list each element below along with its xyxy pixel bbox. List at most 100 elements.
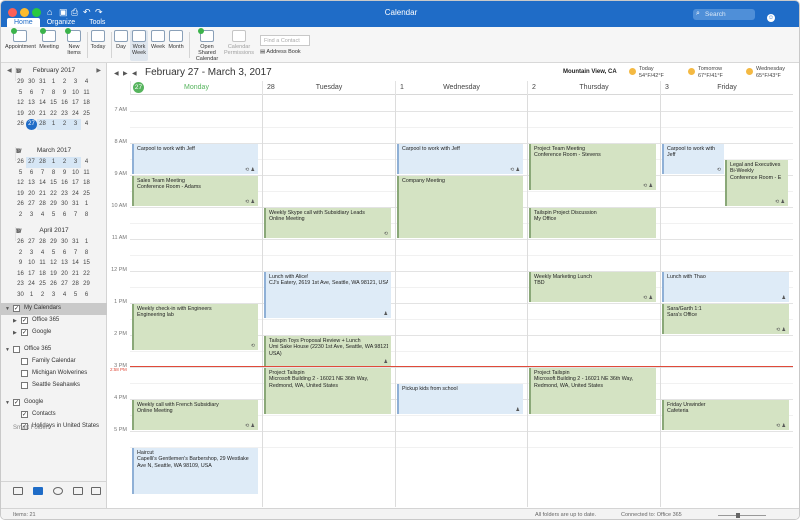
mini-calendar-day[interactable]: 2 — [15, 210, 26, 221]
mini-calendar-day[interactable]: 2 — [59, 119, 70, 130]
mini-calendar-day[interactable]: 26 — [15, 199, 26, 210]
mini-calendar-day[interactable]: 15 — [48, 178, 59, 189]
event[interactable]: Weekly check-in with Engineers Engineerin… — [132, 304, 258, 350]
previous-week-icon[interactable]: ◀ — [114, 70, 119, 77]
expanded-triangle-icon[interactable]: ▼ — [5, 347, 10, 353]
mini-calendar-day[interactable]: 17 — [70, 98, 81, 109]
mini-calendar-day[interactable]: 5 — [15, 168, 26, 179]
day-header[interactable]: 2 Thursday — [527, 81, 660, 95]
calendar-list-item[interactable]: ▼ ✓ My Calendars — [1, 303, 107, 315]
mini-calendar-day[interactable]: 25 — [81, 189, 92, 200]
new-meeting-button[interactable]: Meeting — [37, 28, 61, 61]
mini-calendar-day[interactable]: 16 — [59, 98, 70, 109]
mini-calendar-day[interactable]: 9 — [15, 258, 26, 269]
mini-calendar-day[interactable]: 6 — [81, 290, 92, 301]
save-icon[interactable]: ▣ — [59, 7, 68, 18]
mini-calendar-day[interactable]: 27 — [26, 157, 37, 168]
week-view-button[interactable]: Week — [150, 30, 166, 61]
mini-calendar-day[interactable]: 13 — [26, 178, 37, 189]
mini-calendar-day[interactable]: 8 — [81, 248, 92, 259]
mini-calendar-day[interactable]: 2 — [15, 248, 26, 259]
mini-calendar-day[interactable]: 24 — [70, 189, 81, 200]
mini-calendar-day[interactable]: 22 — [81, 269, 92, 280]
calendar-icon[interactable] — [33, 487, 43, 495]
mini-calendar-day[interactable]: 30 — [26, 77, 37, 88]
mini-calendar-day[interactable]: 26 — [15, 119, 26, 130]
mini-calendar-day[interactable]: 28 — [37, 119, 48, 130]
mini-calendar-day[interactable]: 27 — [26, 237, 37, 248]
event[interactable]: Sales Team Meeting Conference Room - Adam… — [132, 176, 258, 206]
mini-calendar-day[interactable]: 1 — [81, 237, 92, 248]
mini-calendar-day[interactable]: 5 — [70, 290, 81, 301]
mini-calendar-day[interactable]: 7 — [37, 168, 48, 179]
mail-icon[interactable] — [13, 487, 23, 495]
people-icon[interactable] — [53, 487, 63, 495]
mini-calendar-day[interactable]: 9 — [59, 168, 70, 179]
calendar-list-item[interactable]: ▶ ✓ Office 365 — [1, 315, 107, 327]
mini-calendar-day[interactable]: 27 — [59, 279, 70, 290]
mini-calendar-day[interactable]: 4 — [37, 210, 48, 221]
mini-calendar-day[interactable]: 25 — [81, 109, 92, 120]
mini-calendar-day[interactable]: 10 — [26, 258, 37, 269]
new-appointment-button[interactable]: Appointment — [5, 28, 36, 61]
collapsed-triangle-icon[interactable]: ▶ — [13, 318, 17, 324]
calendar-permissions-button[interactable]: Calendar Permissions — [223, 30, 255, 61]
mini-calendar-day[interactable]: 14 — [70, 258, 81, 269]
mini-calendar-day[interactable]: 31 — [37, 77, 48, 88]
event[interactable]: Company Meeting — [397, 176, 523, 238]
event[interactable]: Weekly Marketing Lunch TBD ⟲ ♟ — [529, 272, 656, 302]
mini-calendar-day[interactable]: 31 — [70, 237, 81, 248]
event[interactable]: Project Team Meeting Conference Room - St… — [529, 144, 656, 190]
event[interactable]: Carpool to work with Jeff ⟲ — [662, 144, 724, 174]
weather-location[interactable]: Mountain View, CA — [563, 69, 617, 75]
mini-calendar-day[interactable]: 26 — [48, 279, 59, 290]
expanded-triangle-icon[interactable]: ▼ — [5, 306, 10, 312]
month-view-button[interactable]: Month — [167, 30, 185, 61]
mini-calendar-day[interactable]: 12 — [15, 178, 26, 189]
mini-calendar-day[interactable]: 21 — [37, 109, 48, 120]
calendar-checkbox[interactable] — [21, 382, 28, 389]
mini-calendar-day[interactable]: 11 — [37, 258, 48, 269]
mini-calendar-day[interactable]: 19 — [15, 189, 26, 200]
mini-calendar-day[interactable]: 27 — [26, 119, 37, 130]
open-shared-calendar-button[interactable]: Open Shared Calendar — [192, 28, 222, 62]
event[interactable]: Project Tailspin Microsoft Building 2 - 1… — [264, 368, 391, 414]
mini-calendar-day[interactable]: 2 — [59, 77, 70, 88]
mini-calendar-day[interactable]: 3 — [70, 119, 81, 130]
calendar-checkbox[interactable]: ✓ — [21, 329, 28, 336]
mini-next-month-icon[interactable]: ▶ — [96, 67, 101, 74]
mini-calendar-day[interactable]: 3 — [48, 290, 59, 301]
calendar-list-item[interactable]: ✓ Contacts — [1, 409, 107, 421]
day-view-button[interactable]: Day — [114, 30, 128, 61]
event[interactable]: Tailspin Project Discussion My Office — [529, 208, 656, 238]
mini-calendar-day[interactable]: 5 — [15, 88, 26, 99]
day-header[interactable]: 1 Wednesday — [395, 81, 527, 95]
find-contact-input[interactable]: Find a Contact — [260, 35, 310, 46]
mini-calendar-day[interactable]: 8 — [81, 210, 92, 221]
home-icon[interactable]: ⌂ — [47, 7, 52, 17]
smile-feedback-icon[interactable]: ☺ — [767, 14, 775, 22]
search-box[interactable]: ⌕ Search — [693, 9, 755, 20]
mini-calendar-day[interactable]: 14 — [37, 178, 48, 189]
event[interactable]: Pickup kids from school ♟ — [397, 384, 523, 414]
mini-calendar-day[interactable]: 21 — [70, 269, 81, 280]
mini-calendar-day[interactable]: 28 — [37, 199, 48, 210]
mini-calendar-day[interactable]: 16 — [59, 178, 70, 189]
work-week-view-button[interactable]: Work Week — [130, 30, 148, 61]
mini-calendar-day[interactable]: 22 — [48, 109, 59, 120]
mini-calendar-day[interactable]: 31 — [70, 199, 81, 210]
address-book-button[interactable]: ▤ Address Book — [260, 49, 301, 55]
mini-calendar-day[interactable]: 23 — [59, 189, 70, 200]
mini-calendar-day[interactable]: 7 — [37, 88, 48, 99]
mini-calendar-day[interactable]: 1 — [26, 290, 37, 301]
day-header[interactable]: 28 Tuesday — [262, 81, 395, 95]
mini-prev-month-icon[interactable]: ◀ — [7, 67, 12, 74]
calendar-list-item[interactable]: ▶ ✓ Google — [1, 327, 107, 339]
smart-folders[interactable]: Smart Folders — [13, 425, 51, 431]
mini-calendar-day[interactable]: 24 — [70, 109, 81, 120]
mini-calendar-day[interactable]: 19 — [48, 269, 59, 280]
mini-calendar-day[interactable]: 4 — [81, 77, 92, 88]
new-items-button[interactable]: New Items — [63, 28, 85, 61]
mini-calendar-day[interactable]: 18 — [81, 178, 92, 189]
mini-calendar-day[interactable]: 24 — [26, 279, 37, 290]
